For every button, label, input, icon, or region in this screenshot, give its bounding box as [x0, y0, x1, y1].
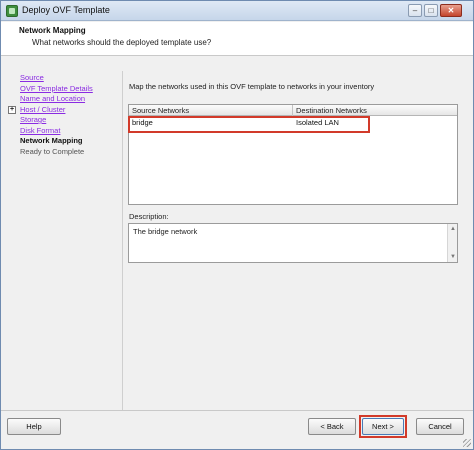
description-scrollbar[interactable]: ▲ ▼: [447, 224, 457, 262]
ovf-deploy-icon: [6, 5, 18, 17]
nav-item-label: Ready to Complete: [20, 146, 85, 156]
window-title: Deploy OVF Template: [22, 5, 110, 15]
nav-item-label: Source: [20, 73, 44, 82]
wizard-header: Network Mapping What networks should the…: [1, 22, 473, 56]
instruction-text: Map the networks used in this OVF templa…: [129, 82, 375, 91]
table-row[interactable]: bridge Isolated LAN: [129, 117, 457, 128]
nav-item-name-and-location[interactable]: Name and Location: [6, 94, 118, 105]
description-box: The bridge network ▲ ▼: [128, 223, 458, 263]
description-label: Description:: [129, 212, 169, 221]
nav-item-disk-format[interactable]: Disk Format: [6, 126, 118, 137]
deploy-ovf-window: Deploy OVF Template – □ ✕ Network Mappin…: [0, 0, 474, 450]
nav-divider: [122, 71, 123, 411]
source-network-cell: bridge: [132, 118, 153, 127]
nav-item-ovf-template-details[interactable]: OVF Template Details: [6, 84, 118, 95]
close-button[interactable]: ✕: [440, 4, 462, 17]
nav-item-network-mapping: Network Mapping: [6, 136, 118, 147]
next-button[interactable]: Next >: [362, 418, 404, 435]
destination-network-select[interactable]: Isolated LAN: [293, 117, 457, 128]
nav-item-host-cluster[interactable]: + Host / Cluster: [6, 105, 118, 116]
title-bar[interactable]: Deploy OVF Template – □ ✕: [1, 1, 473, 21]
nav-item-storage[interactable]: Storage: [6, 115, 118, 126]
page-subtitle: What networks should the deployed templa…: [32, 38, 212, 47]
nav-item-label: Host / Cluster: [20, 104, 66, 114]
resize-grip-icon[interactable]: [463, 439, 471, 447]
maximize-button[interactable]: □: [424, 4, 438, 17]
nav-item-label: Storage: [20, 115, 47, 124]
grid-header: Source Networks Destination Networks: [129, 105, 457, 116]
nav-item-label: OVF Template Details: [20, 83, 93, 93]
nav-item-label: Network Mapping: [20, 136, 83, 145]
nav-item-label: Name and Location: [20, 94, 86, 103]
minimize-button[interactable]: –: [408, 4, 422, 17]
footer-divider: [1, 410, 473, 411]
help-button[interactable]: Help: [7, 418, 61, 435]
column-header-destination-networks[interactable]: Destination Networks: [293, 105, 457, 116]
back-button[interactable]: < Back: [308, 418, 356, 435]
cancel-button[interactable]: Cancel: [416, 418, 464, 435]
wizard-steps-nav: Source OVF Template Details Name and Loc…: [6, 73, 118, 157]
scroll-down-icon[interactable]: ▼: [449, 253, 457, 261]
description-text: The bridge network: [133, 227, 198, 236]
nav-item-source[interactable]: Source: [6, 73, 118, 84]
page-title: Network Mapping: [19, 26, 86, 35]
column-header-source-networks[interactable]: Source Networks: [129, 105, 293, 116]
nav-item-label: Disk Format: [20, 125, 61, 135]
scroll-up-icon[interactable]: ▲: [449, 225, 457, 233]
network-mapping-grid[interactable]: Source Networks Destination Networks bri…: [128, 104, 458, 205]
nav-item-ready-to-complete: Ready to Complete: [6, 147, 118, 158]
plus-box-icon[interactable]: +: [8, 105, 16, 114]
